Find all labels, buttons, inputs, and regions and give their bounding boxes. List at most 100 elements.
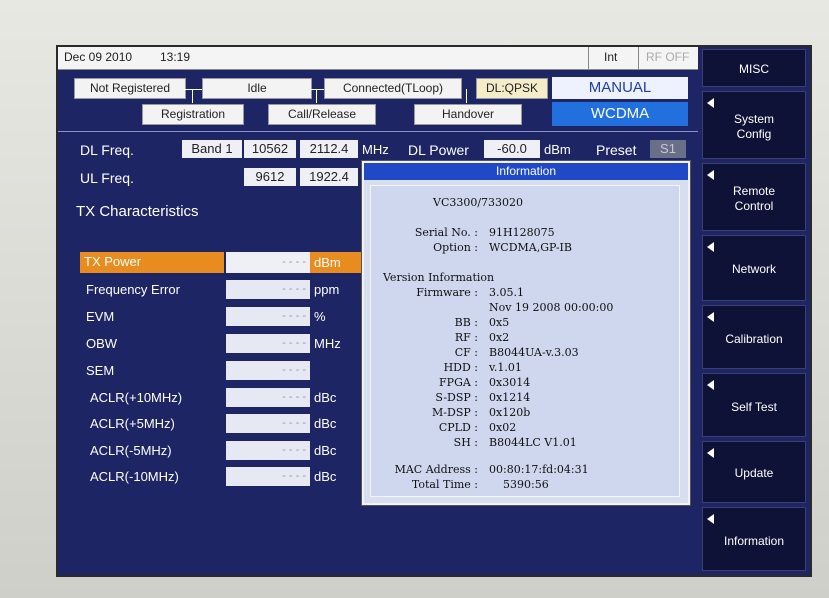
firmware-date: Nov 19 2008 00:00:00 bbox=[489, 301, 614, 314]
version-value: B8044UA-v.3.03 bbox=[489, 346, 579, 359]
version-value: 0x5 bbox=[489, 316, 510, 329]
version-key: BB : bbox=[454, 316, 478, 329]
information-dialog: Information VC3300/733020 Serial No. : 9… bbox=[362, 161, 690, 505]
option-value: WCDMA,GP-IB bbox=[489, 241, 572, 254]
state-connector bbox=[310, 89, 324, 90]
version-title: Version Information bbox=[383, 271, 495, 284]
state-connector bbox=[316, 89, 317, 103]
registration-button[interactable]: Registration bbox=[142, 104, 244, 125]
arrow-left-icon bbox=[707, 448, 714, 458]
tx-power-label: TX Power bbox=[84, 254, 142, 269]
dl-power-label: DL Power bbox=[408, 142, 469, 158]
version-value: 0x1214 bbox=[489, 391, 531, 404]
arrow-left-icon bbox=[707, 380, 714, 390]
aclr-plus5-label[interactable]: ACLR(+5MHz) bbox=[90, 416, 175, 431]
ref-int: Int bbox=[604, 50, 618, 64]
freq-error-unit: ppm bbox=[314, 282, 340, 297]
freq-error-value: - - - - bbox=[226, 280, 310, 299]
freq-error-label[interactable]: Frequency Error bbox=[86, 282, 180, 297]
aclr-plus10-label[interactable]: ACLR(+10MHz) bbox=[90, 390, 182, 405]
rf-status: RF OFF bbox=[646, 50, 690, 64]
divider bbox=[58, 131, 698, 132]
softkey-system-config[interactable]: System Config bbox=[702, 91, 806, 159]
ul-channel-field[interactable]: 9612 bbox=[244, 168, 296, 186]
obw-unit: MHz bbox=[314, 336, 341, 351]
version-value: 0x3014 bbox=[489, 376, 531, 389]
softkey-calibration[interactable]: Calibration bbox=[702, 305, 806, 369]
state-not-registered: Not Registered bbox=[74, 78, 186, 99]
ul-freq-label: UL Freq. bbox=[80, 170, 134, 186]
softkey-information[interactable]: Information bbox=[702, 507, 806, 571]
obw-value: - - - - bbox=[226, 334, 310, 353]
softkey-label: Information bbox=[723, 534, 785, 548]
version-key: HDD : bbox=[443, 361, 478, 374]
softkey-label: Calibration bbox=[725, 332, 783, 346]
dialog-title: Information bbox=[364, 163, 688, 180]
dl-modulation: DL:QPSK bbox=[476, 78, 548, 99]
softkey-update[interactable]: Update bbox=[702, 441, 806, 503]
state-connector bbox=[184, 89, 202, 90]
band-field[interactable]: Band 1 bbox=[182, 140, 242, 158]
evm-unit: % bbox=[314, 309, 326, 324]
version-key: RF : bbox=[454, 331, 478, 344]
aclr-plus10-value: - - - - bbox=[226, 388, 310, 407]
dialog-body: VC3300/733020 Serial No. : 91H128075 Opt… bbox=[370, 185, 680, 497]
softkey-label: MISC bbox=[739, 62, 769, 76]
option-label: Option : bbox=[433, 241, 478, 254]
softkey-misc[interactable]: MISC bbox=[702, 49, 806, 87]
arrow-left-icon bbox=[707, 312, 714, 322]
aclr-plus10-unit: dBc bbox=[314, 390, 337, 405]
version-key: S-DSP : bbox=[435, 391, 478, 404]
dl-frequency-field[interactable]: 2112.4 bbox=[300, 140, 358, 158]
mac-label: MAC Address : bbox=[394, 463, 478, 476]
divider bbox=[588, 47, 589, 69]
state-idle: Idle bbox=[202, 78, 312, 99]
arrow-left-icon bbox=[707, 98, 714, 108]
evm-label[interactable]: EVM bbox=[86, 309, 114, 324]
obw-label[interactable]: OBW bbox=[86, 336, 117, 351]
evm-value: - - - - bbox=[226, 307, 310, 326]
arrow-left-icon bbox=[707, 170, 714, 180]
tx-power-unit: dBm bbox=[310, 252, 362, 273]
preset-field[interactable]: S1 bbox=[650, 140, 686, 158]
serial-value: 91H128075 bbox=[489, 226, 555, 239]
dl-freq-label: DL Freq. bbox=[80, 142, 134, 158]
aclr-plus5-value: - - - - bbox=[226, 414, 310, 433]
time: 13:19 bbox=[160, 50, 191, 64]
softkey-label: System Config bbox=[733, 112, 774, 141]
version-key: SH : bbox=[453, 436, 478, 449]
firmware-value: 3.05.1 bbox=[489, 286, 524, 299]
softkey-label: Update bbox=[734, 466, 774, 480]
tx-title: TX Characteristics bbox=[76, 203, 199, 220]
softkey-self-test[interactable]: Self Test bbox=[702, 373, 806, 437]
aclr-minus10-label[interactable]: ACLR(-10MHz) bbox=[90, 469, 179, 484]
aclr-minus5-value: - - - - bbox=[226, 441, 310, 460]
version-value: 0x2 bbox=[489, 331, 510, 344]
dbm-unit: dBm bbox=[544, 142, 571, 157]
tx-power-value: - - - - bbox=[226, 252, 310, 273]
total-time-label: Total Time : bbox=[411, 478, 478, 491]
sem-value: - - - - bbox=[226, 361, 310, 380]
version-key: M-DSP : bbox=[432, 406, 478, 419]
ul-frequency-field[interactable]: 1922.4 bbox=[300, 168, 358, 186]
call-release-button[interactable]: Call/Release bbox=[268, 104, 376, 125]
mhz-unit: MHz bbox=[362, 142, 389, 157]
dl-power-field[interactable]: -60.0 bbox=[484, 140, 540, 158]
date: Dec 09 2010 bbox=[64, 50, 133, 64]
system-wcdma[interactable]: WCDMA bbox=[552, 102, 688, 126]
divider bbox=[638, 47, 639, 69]
version-value: v.1.01 bbox=[489, 361, 522, 374]
total-time-value: 5390:56 bbox=[503, 478, 549, 491]
softkey-remote-control[interactable]: Remote Control bbox=[702, 163, 806, 231]
dl-channel-field[interactable]: 10562 bbox=[244, 140, 296, 158]
softkey-network[interactable]: Network bbox=[702, 235, 806, 301]
aclr-minus5-label[interactable]: ACLR(-5MHz) bbox=[90, 443, 172, 458]
handover-button[interactable]: Handover bbox=[414, 104, 522, 125]
softkey-label: Network bbox=[731, 262, 776, 276]
mode-manual[interactable]: MANUAL bbox=[552, 77, 688, 99]
arrow-left-icon bbox=[707, 242, 714, 252]
preset-label: Preset bbox=[596, 142, 637, 158]
sem-label[interactable]: SEM bbox=[86, 363, 114, 378]
firmware-label: Firmware : bbox=[416, 286, 478, 299]
version-value: 0x120b bbox=[489, 406, 531, 419]
